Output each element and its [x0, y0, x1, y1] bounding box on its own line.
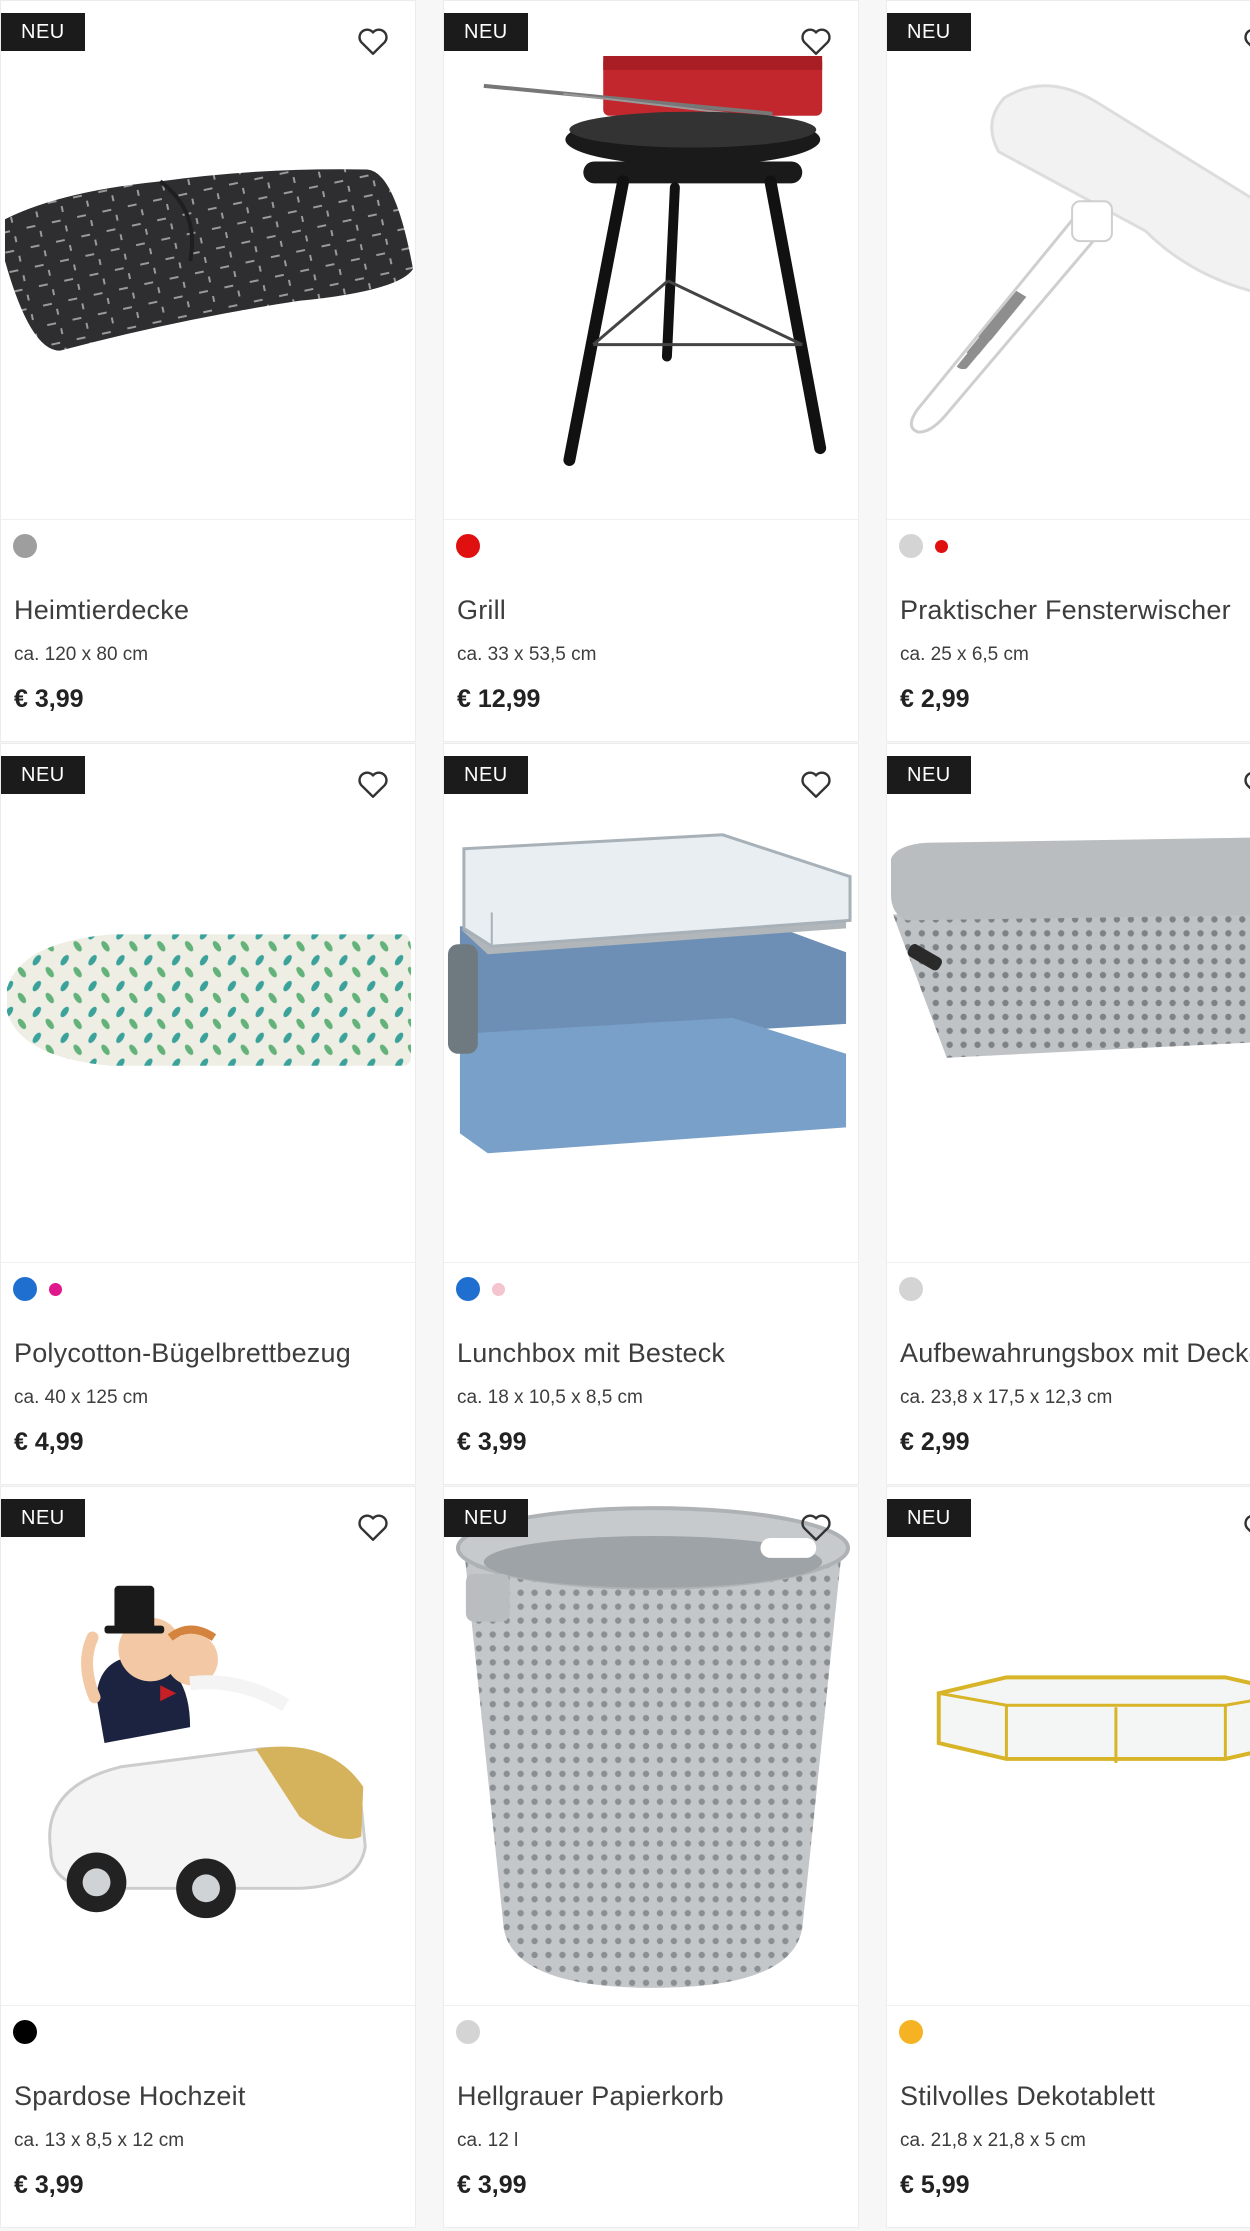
- new-badge: NEU: [887, 1499, 971, 1537]
- new-badge: NEU: [1, 13, 85, 51]
- color-swatches: [456, 2020, 480, 2044]
- new-badge: NEU: [444, 13, 528, 51]
- product-title[interactable]: Lunchbox mit Besteck: [457, 1338, 725, 1369]
- heart-icon[interactable]: [355, 766, 391, 802]
- product-image-area[interactable]: NEU: [1, 1, 415, 520]
- color-swatch[interactable]: [899, 2020, 923, 2044]
- product-title[interactable]: Polycotton-Bügelbrettbezug: [14, 1338, 351, 1369]
- deco-tray-image: [936, 1675, 1250, 1763]
- product-image-area[interactable]: NEU: [1, 744, 415, 1263]
- new-badge: NEU: [444, 1499, 528, 1537]
- product-price: € 3,99: [457, 2171, 527, 2199]
- product-image-area[interactable]: NEU: [1, 1487, 415, 2006]
- storage-box-image: [890, 837, 1250, 1058]
- color-swatch[interactable]: [49, 1282, 62, 1296]
- color-swatch[interactable]: [13, 2020, 37, 2044]
- waste-basket-image: [455, 1506, 851, 1988]
- color-swatch[interactable]: [899, 534, 923, 558]
- product-size: ca. 25 x 6,5 cm: [900, 644, 1029, 665]
- color-swatch[interactable]: [13, 1277, 37, 1301]
- product-price: € 3,99: [457, 1428, 527, 1456]
- color-swatch[interactable]: [456, 2020, 480, 2044]
- heart-icon[interactable]: [1241, 766, 1250, 802]
- product-price: € 12,99: [457, 685, 541, 713]
- color-swatches: [456, 534, 480, 558]
- product-title[interactable]: Grill: [457, 595, 506, 626]
- new-badge: NEU: [887, 756, 971, 794]
- new-badge: NEU: [887, 13, 971, 51]
- color-swatch[interactable]: [899, 1277, 923, 1301]
- product-image-area[interactable]: NEU: [887, 1487, 1250, 2006]
- product-image-area[interactable]: NEU: [444, 1487, 858, 2006]
- new-badge: NEU: [1, 756, 85, 794]
- product-card[interactable]: NEU Lunchbox mit Besteck ca. 18 x 10,5 x…: [443, 743, 859, 1485]
- product-price: € 2,99: [900, 685, 970, 713]
- color-swatches: [13, 534, 37, 558]
- product-price: € 3,99: [14, 685, 84, 713]
- product-size: ca. 21,8 x 21,8 x 5 cm: [900, 2130, 1086, 2151]
- color-swatch[interactable]: [13, 534, 37, 558]
- product-card[interactable]: NEU Stilvolles Dekotablett ca. 21,8 x 21…: [886, 1486, 1250, 2228]
- heart-icon[interactable]: [798, 1509, 834, 1545]
- product-price: € 2,99: [900, 1428, 970, 1456]
- color-swatches: [456, 1277, 505, 1301]
- product-title[interactable]: Hellgrauer Papierkorb: [457, 2081, 724, 2112]
- heart-icon[interactable]: [798, 766, 834, 802]
- product-image-area[interactable]: NEU: [887, 744, 1250, 1263]
- color-swatches: [13, 1277, 62, 1301]
- product-title[interactable]: Aufbewahrungsbox mit Deckel: [900, 1338, 1250, 1369]
- product-card[interactable]: NEU Spardose Hochzeit ca. 13 x 8,5 x 12 …: [0, 1486, 416, 2228]
- product-image-area[interactable]: NEU: [887, 1, 1250, 520]
- color-swatch[interactable]: [935, 539, 948, 553]
- color-swatches: [13, 2020, 37, 2044]
- grill-image: [483, 55, 827, 467]
- product-size: ca. 13 x 8,5 x 12 cm: [14, 2130, 185, 2151]
- product-price: € 3,99: [14, 2171, 84, 2199]
- product-card[interactable]: NEU Polycotton-Bügelbrettbezug ca. 40 x …: [0, 743, 416, 1485]
- color-swatches: [899, 1277, 923, 1301]
- new-badge: NEU: [444, 756, 528, 794]
- product-title[interactable]: Stilvolles Dekotablett: [900, 2081, 1155, 2112]
- window-wiper-image: [909, 84, 1250, 434]
- heart-icon[interactable]: [798, 23, 834, 59]
- heart-icon[interactable]: [1241, 1509, 1250, 1545]
- product-card[interactable]: NEU Aufbewahrungsbox mit Deckel ca. 23,8…: [886, 743, 1250, 1485]
- product-title[interactable]: Heimtierdecke: [14, 595, 189, 626]
- ironing-board-cover-image: [6, 934, 412, 1066]
- product-size: ca. 40 x 125 cm: [14, 1387, 149, 1408]
- color-swatch[interactable]: [456, 534, 480, 558]
- product-grid: NEU Heimtierdecke ca. 120 x 80 cm € 3,99: [0, 0, 1250, 2231]
- color-swatch[interactable]: [456, 1277, 480, 1301]
- product-size: ca. 18 x 10,5 x 8,5 cm: [457, 1387, 643, 1408]
- pet-blanket-image: [4, 169, 414, 351]
- product-title[interactable]: Spardose Hochzeit: [14, 2081, 246, 2112]
- product-size: ca. 33 x 53,5 cm: [457, 644, 597, 665]
- color-swatches: [899, 534, 948, 558]
- product-price: € 5,99: [900, 2171, 970, 2199]
- color-swatch[interactable]: [492, 1282, 505, 1296]
- product-card[interactable]: NEU Hellgrauer Papierkorb ca. 12 l € 3,9…: [443, 1486, 859, 2228]
- product-price: € 4,99: [14, 1428, 84, 1456]
- product-card[interactable]: NEU Heimtierdecke ca. 120 x 80 cm € 3,99: [0, 0, 416, 742]
- product-size: ca. 120 x 80 cm: [14, 644, 149, 665]
- product-card[interactable]: NEU Praktischer Fensterwischer ca. 25 x …: [886, 0, 1250, 742]
- color-swatches: [899, 2020, 923, 2044]
- product-image-area[interactable]: NEU: [444, 744, 858, 1263]
- wedding-piggy-bank-image: [48, 1585, 367, 1919]
- heart-icon[interactable]: [1241, 23, 1250, 59]
- new-badge: NEU: [1, 1499, 85, 1537]
- heart-icon[interactable]: [355, 1509, 391, 1545]
- product-size: ca. 12 l: [457, 2130, 519, 2151]
- heart-icon[interactable]: [355, 23, 391, 59]
- product-title[interactable]: Praktischer Fensterwischer: [900, 595, 1231, 626]
- lunchbox-image: [447, 833, 852, 1154]
- product-card[interactable]: NEU Grill ca. 33 x 53,5 cm € 12,99: [443, 0, 859, 742]
- product-size: ca. 23,8 x 17,5 x 12,3 cm: [900, 1387, 1113, 1408]
- product-image-area[interactable]: NEU: [444, 1, 858, 520]
